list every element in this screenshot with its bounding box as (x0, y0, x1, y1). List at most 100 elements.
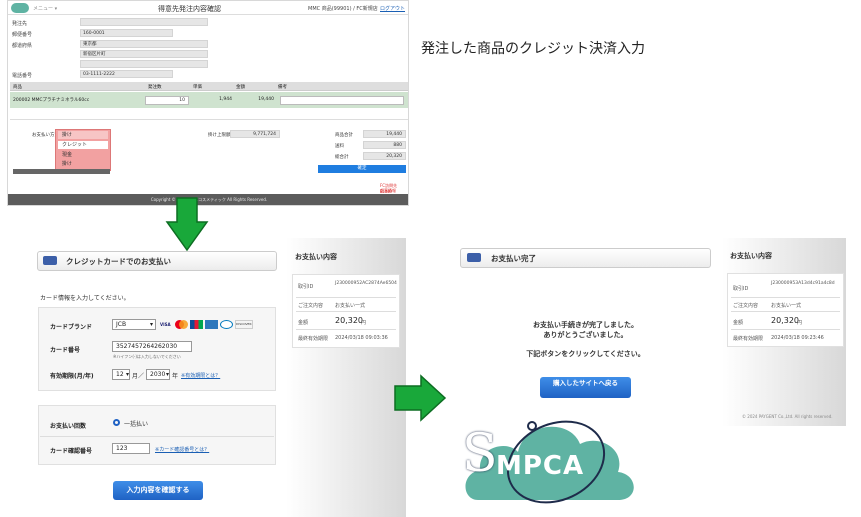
cvv-input[interactable]: 123 (112, 443, 150, 454)
logo-initial: S (462, 424, 498, 484)
note-input[interactable] (280, 96, 404, 105)
menu-button[interactable]: メニュー ▾ (33, 5, 57, 12)
credit-limit-value: 9,771,724 (230, 130, 280, 138)
table-header-cell: 金額 (236, 85, 245, 90)
summary-label: 最終有効期限 (298, 336, 329, 342)
step-caption: 発注した商品のクレジット決済入力 (421, 41, 645, 57)
summary-label: 商品合計 (335, 133, 353, 138)
return-button[interactable]: 購入したサイトへ戻る (540, 377, 631, 398)
cvv-help-link[interactable]: ※カード確認番号とは？ (155, 446, 209, 453)
transaction-id: J230000953A13d4c91a4c8d (771, 281, 835, 286)
payment-method-dropdown[interactable]: 掛け クレジット 現金 掛け (55, 129, 111, 171)
brand-select[interactable]: JCB ▾ (112, 319, 156, 330)
expiry-help-link[interactable]: ※有効期限とは？ (181, 372, 220, 379)
amount-cell: 19,440 (258, 97, 274, 102)
card-number-label: カード番号 (50, 347, 81, 354)
amount-value: 20,320 (335, 316, 363, 325)
summary-value: 880 (363, 141, 406, 149)
user-info: MMC 商品(99901) / FC新規店 (308, 6, 378, 12)
brand-logo (11, 3, 29, 13)
cvv-label: カード確認番号 (50, 448, 93, 455)
brand-select-value: JCB (116, 321, 127, 328)
divider (296, 311, 396, 312)
payment-panel (38, 405, 276, 465)
field-value (80, 60, 208, 68)
chevron-down-icon: ▾ (149, 321, 153, 328)
expiry-month-value: 12 (116, 371, 124, 378)
table-header (10, 82, 408, 91)
summary-label: ご注文内容 (298, 303, 324, 309)
amount-unit: 円 (797, 320, 803, 326)
table-header-cell: 発注数 (148, 85, 162, 90)
credit-card-icon (43, 256, 57, 265)
dropdown-option[interactable]: 現金 (58, 151, 108, 159)
chevron-down-icon: ▾ (125, 371, 129, 378)
order-content: お支払い一式 (335, 303, 366, 309)
amount-value: 20,320 (771, 316, 799, 325)
arrow-down-icon (165, 197, 209, 252)
divider (10, 119, 408, 120)
table-header-cell: 単価 (193, 85, 202, 90)
paygent-copyright: © 2024 PAYGENT Co.,Ltd. All rights reser… (742, 414, 833, 419)
arrow-right-icon (394, 374, 447, 422)
summary-label: ご注文内容 (733, 303, 759, 309)
credit-header-title: クレジットカードでのお支払い (66, 257, 171, 266)
dropdown-selected[interactable]: 掛け (58, 131, 108, 139)
expiry-year-select[interactable]: 2030 ▾ (146, 369, 170, 380)
confirm-input-button[interactable]: 入力内容を確認する (113, 481, 203, 500)
unit-price-cell: 1,944 (219, 97, 232, 102)
order-confirm-screenshot: メニュー ▾ 得意先発注内容確認 MMC 商品(99901) / FC新規店 ロ… (7, 0, 409, 206)
complete-message-3: 下記ボタンをクリックしてください。 (526, 350, 645, 358)
transaction-id: J230000952AC2874Ae6504 (335, 281, 397, 286)
field-label: 電話番号 (12, 73, 33, 79)
dropdown-option[interactable]: 掛け (58, 160, 108, 168)
expiry-month-select[interactable]: 12 ▾ (112, 369, 130, 380)
mastercard-icon (175, 320, 188, 329)
payment-count-value: 一括払い (124, 421, 149, 428)
complete-message-1: お支払い手続きが完了しました。 (533, 321, 638, 329)
field-label: 都道府県 (12, 43, 33, 49)
confirm-button[interactable]: 確定 (318, 165, 406, 173)
divider (296, 329, 396, 330)
dropdown-shadow (13, 169, 110, 174)
product-cell: 200002 MMCプラチナミネラル60cc (13, 98, 90, 103)
table-header-cell: 商品 (13, 85, 22, 90)
brand-logos: VISA DISCOVER (160, 320, 253, 329)
summary-label: 取引ID (733, 286, 749, 292)
summary-title: お支払い内容 (295, 253, 337, 261)
field-label: 郵便番号 (12, 32, 33, 38)
order-content: お支払い一式 (771, 303, 802, 309)
field-label: 発注先 (12, 21, 28, 27)
field-value: 新宿区片町 (80, 50, 208, 58)
expiry-month-unit: 月／ (132, 373, 145, 380)
summary-value: 20,320 (363, 152, 406, 160)
payment-count-label: お支払い回数 (50, 423, 87, 430)
divider (731, 329, 840, 330)
chevron-down-icon: ▾ (165, 371, 169, 378)
field-value: 03-1111-2222 (80, 70, 173, 78)
jcb-icon (190, 320, 203, 329)
expiry-year-unit: 年 (172, 373, 179, 380)
expiry-datetime: 2024/03/18 09:23:46 (771, 335, 824, 341)
divider (296, 297, 396, 298)
summary-value: 19,440 (363, 130, 406, 138)
logout-link[interactable]: ログアウト (380, 5, 405, 12)
field-value: 160-0001 (80, 29, 173, 37)
complete-message-2: ありがとうございました。 (543, 331, 628, 339)
summary-label: 送料 (335, 144, 344, 149)
card-number-input[interactable]: 3527457264262030 (112, 341, 192, 352)
instruction-text: カード情報を入力してください。 (40, 295, 130, 302)
logo-text: MPCA (496, 451, 585, 481)
dropdown-option[interactable]: クレジット (58, 141, 108, 149)
qty-input[interactable]: 10 (145, 96, 189, 105)
complete-header-title: お支払い完了 (491, 254, 536, 263)
radio-button[interactable] (113, 419, 120, 426)
expiry-label: 有効期限(月/年) (50, 373, 94, 380)
expiry-datetime: 2024/03/18 09:03:36 (335, 335, 388, 341)
discover-icon: DISCOVER (235, 320, 253, 329)
credit-card-icon (467, 253, 481, 262)
expiry-year-value: 2030 (150, 371, 166, 378)
field-value: 東京都 (80, 40, 208, 48)
field-value (80, 18, 208, 26)
divider (40, 436, 274, 437)
